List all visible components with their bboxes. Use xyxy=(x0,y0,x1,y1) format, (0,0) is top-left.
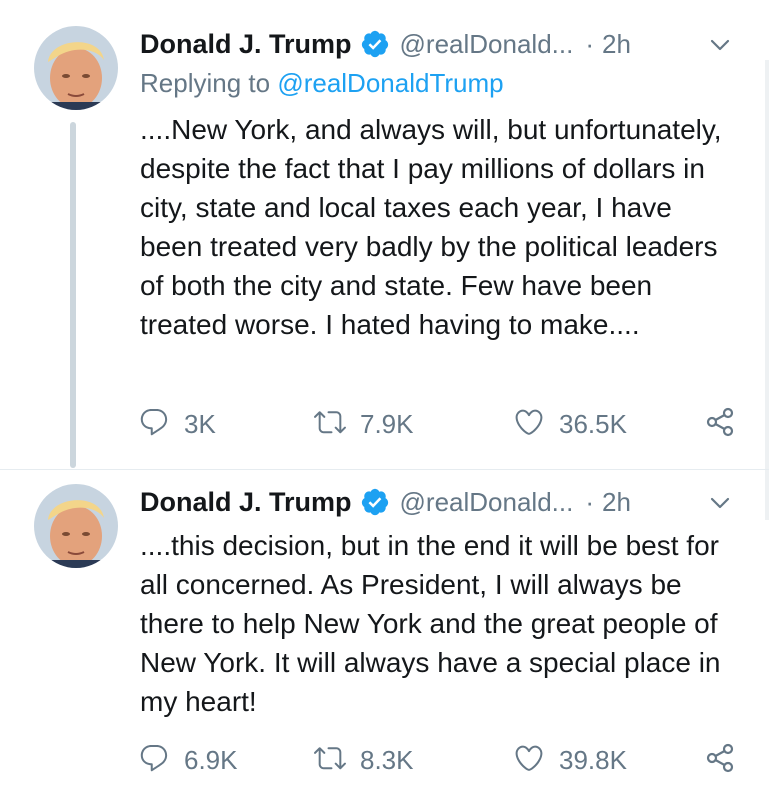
retweet-button[interactable]: 8.3K xyxy=(314,740,414,780)
reply-count: 3K xyxy=(184,408,216,439)
tweet-text: ....New York, and always will, but unfor… xyxy=(140,114,722,340)
reply-mention-link[interactable]: @realDonaldTrump xyxy=(277,68,503,98)
reply-icon xyxy=(138,742,170,779)
meta-separator: · xyxy=(585,486,595,517)
like-button[interactable]: 39.8K xyxy=(513,740,627,780)
retweet-icon xyxy=(314,742,346,779)
like-icon xyxy=(513,406,545,443)
retweet-icon xyxy=(314,406,346,443)
tweet-header: Donald J. Trump @realDonald... · 2h xyxy=(140,24,749,64)
share-icon xyxy=(704,406,736,443)
author-handle[interactable]: @realDonald... xyxy=(400,487,574,518)
share-icon xyxy=(704,742,736,779)
tweet-card[interactable]: Donald J. Trump @realDonald... · 2h ....… xyxy=(0,470,769,800)
like-count: 39.8K xyxy=(559,744,627,775)
retweet-count: 7.9K xyxy=(360,408,414,439)
like-icon xyxy=(513,742,545,779)
meta-separator: · xyxy=(585,28,595,59)
like-button[interactable]: 36.5K xyxy=(513,404,627,444)
verified-icon xyxy=(360,487,390,517)
share-button[interactable] xyxy=(704,740,736,780)
timestamp[interactable]: 2h xyxy=(602,29,631,60)
reply-button[interactable]: 6.9K xyxy=(138,740,238,780)
tweet-text: ....this decision, but in the end it wil… xyxy=(140,530,721,717)
reply-count: 6.9K xyxy=(184,744,238,775)
retweet-button[interactable]: 7.9K xyxy=(314,404,414,444)
tweet-card[interactable]: Donald J. Trump @realDonald... · 2h Repl… xyxy=(0,0,769,470)
tweet-header: Donald J. Trump @realDonald... · 2h xyxy=(140,482,749,522)
author-name[interactable]: Donald J. Trump xyxy=(140,487,352,518)
chevron-down-icon[interactable] xyxy=(709,492,731,514)
tweet-actions: 3K 7.9K 36.5K xyxy=(138,404,750,444)
reply-icon xyxy=(138,406,170,443)
replying-to-label: Replying to xyxy=(140,68,271,98)
retweet-count: 8.3K xyxy=(360,744,414,775)
timestamp[interactable]: 2h xyxy=(602,487,631,518)
chevron-down-icon[interactable] xyxy=(709,34,731,56)
author-handle[interactable]: @realDonald... xyxy=(400,29,574,60)
avatar[interactable] xyxy=(34,484,118,568)
share-button[interactable] xyxy=(704,404,736,444)
avatar[interactable] xyxy=(34,26,118,110)
verified-icon xyxy=(360,29,390,59)
replying-to: Replying to @realDonaldTrump xyxy=(140,68,504,99)
reply-button[interactable]: 3K xyxy=(138,404,216,444)
like-count: 36.5K xyxy=(559,408,627,439)
tweet-actions: 6.9K 8.3K 39.8K xyxy=(138,740,750,780)
author-name[interactable]: Donald J. Trump xyxy=(140,29,352,60)
